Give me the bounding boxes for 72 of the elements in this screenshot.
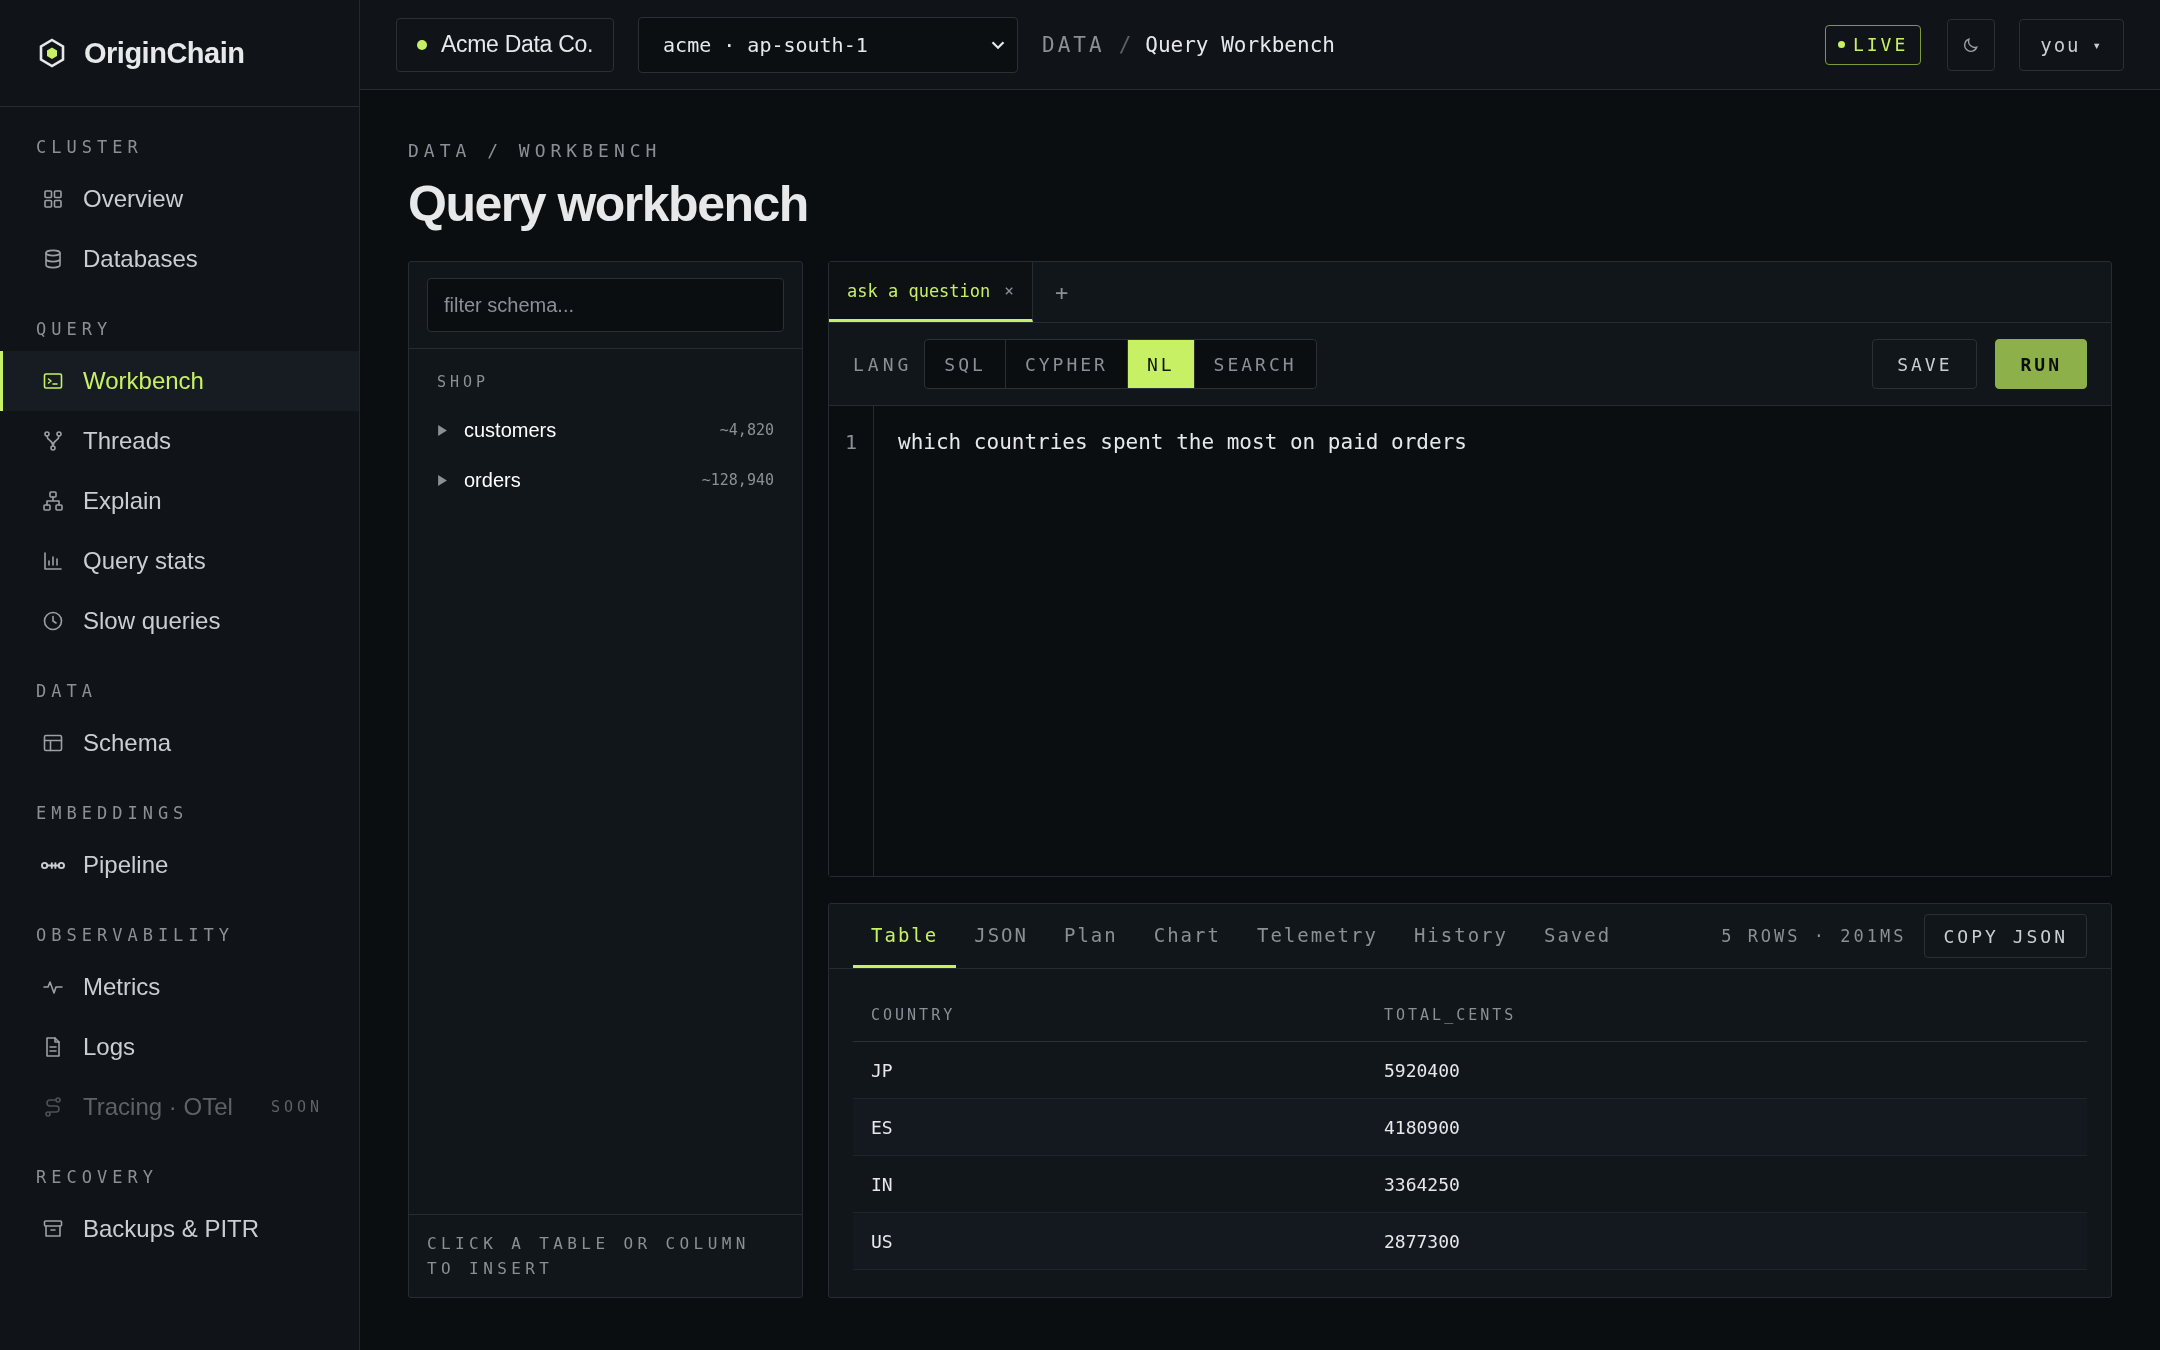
result-tab[interactable]: Plan [1045,904,1136,968]
bar-chart-icon [41,549,65,573]
section-label: OBSERVABILITY [35,924,236,947]
sidebar-item[interactable]: Query stats [0,531,359,591]
table-cell-text: US [870,1230,894,1252]
hierarchy-icon [41,489,65,513]
copy-json-button[interactable]: COPY JSON [1924,914,2087,958]
brand-name: OriginChain [84,36,245,70]
save-button[interactable]: SAVE [1872,339,1978,389]
theme-toggle[interactable] [1947,18,1996,71]
breadcrumb-link[interactable]: DATA [1042,32,1105,57]
sidebar-item[interactable]: Overview [0,169,359,229]
section-label: RECOVERY [35,1166,159,1189]
table-cell-text: IN [870,1173,894,1195]
table-cell-text: 2877300 [1383,1230,1461,1252]
line-number: 1 [843,429,858,456]
table-cell-text: 3364250 [1383,1173,1461,1195]
result-summary: 5 ROWS · 201MS [1721,926,1907,946]
pipeline-icon [41,860,65,870]
table-cell-text: JP [870,1059,894,1081]
editor-tab[interactable]: ask a question × [829,262,1033,322]
grid-icon [41,187,65,211]
sidebar-item[interactable]: Databases [0,229,359,289]
table-cell-text: 4180900 [1383,1116,1461,1138]
language-option[interactable]: SEARCH [1194,340,1316,388]
result-tab[interactable]: Telemetry [1238,904,1396,968]
result-tab[interactable]: Table [853,904,957,968]
org-switcher[interactable]: Acme Data Co. [396,17,615,72]
schema-table-item[interactable]: orders ~128,940 [437,455,774,505]
result-tab[interactable]: Saved [1525,904,1630,968]
lang-label: LANG [853,353,913,375]
result-tab[interactable]: JSON [956,904,1046,968]
sidebar-item[interactable]: Workbench [0,351,359,411]
section-label: QUERY [35,318,114,341]
breadcrumb-current: Query Workbench [1145,32,1335,57]
sidebar-item[interactable]: Backups & PITR [0,1199,359,1259]
table-cell-text: ES [870,1116,894,1138]
live-badge: LIVE [1824,24,1922,65]
close-tab-button[interactable]: × [1004,281,1014,300]
sidebar-item[interactable]: Slow queries [0,591,359,651]
language-option[interactable]: NL [1127,340,1195,388]
region-select[interactable]: acme · ap-south-1 [638,16,1019,73]
sidebar-item[interactable]: Logs [0,1017,359,1077]
sidebar-item[interactable]: Threads [0,411,359,471]
branch-icon [41,429,65,453]
breadcrumb-separator: / [1118,32,1132,57]
clock-icon [41,609,65,633]
schema-table-item[interactable]: customers ~4,820 [437,405,774,455]
sidebar-item[interactable]: Metrics [0,957,359,1017]
section-label: CLUSTER [35,136,144,159]
section-label: DATA [35,680,98,703]
soon-label: SOON [270,1098,323,1116]
result-tab[interactable]: Chart [1135,904,1239,968]
language-option[interactable]: SQL [925,340,1006,388]
insert-hint: CLICK A TABLE OR COLUMN TO INSERT [409,1214,802,1297]
filter-field[interactable]: filter schema... [427,278,784,332]
column-header: TOTAL_CENTS [1383,1006,1518,1024]
sidebar-item[interactable]: Explain [0,471,359,531]
sidebar-item[interactable]: Schema [0,713,359,773]
user-menu[interactable]: you ▾ [2019,18,2124,71]
schema-group-label: SHOP [437,373,491,391]
add-tab-button[interactable]: + [1032,262,1091,322]
section-label: EMBEDDINGS [35,802,190,825]
code-line[interactable]: which countries spent the most on paid orders [898,428,1467,456]
result-tab[interactable]: History [1395,904,1526,968]
language-option[interactable]: CYPHER [1005,340,1128,388]
sidebar-item[interactable]: Pipeline [0,835,359,895]
page-title: Query workbench [408,175,809,233]
column-header: COUNTRY [870,1006,957,1024]
table-cell-text: 5920400 [1383,1059,1461,1081]
page-breadcrumb: DATA / WORKBENCH [408,140,663,161]
run-button[interactable]: RUN [1995,339,2087,389]
